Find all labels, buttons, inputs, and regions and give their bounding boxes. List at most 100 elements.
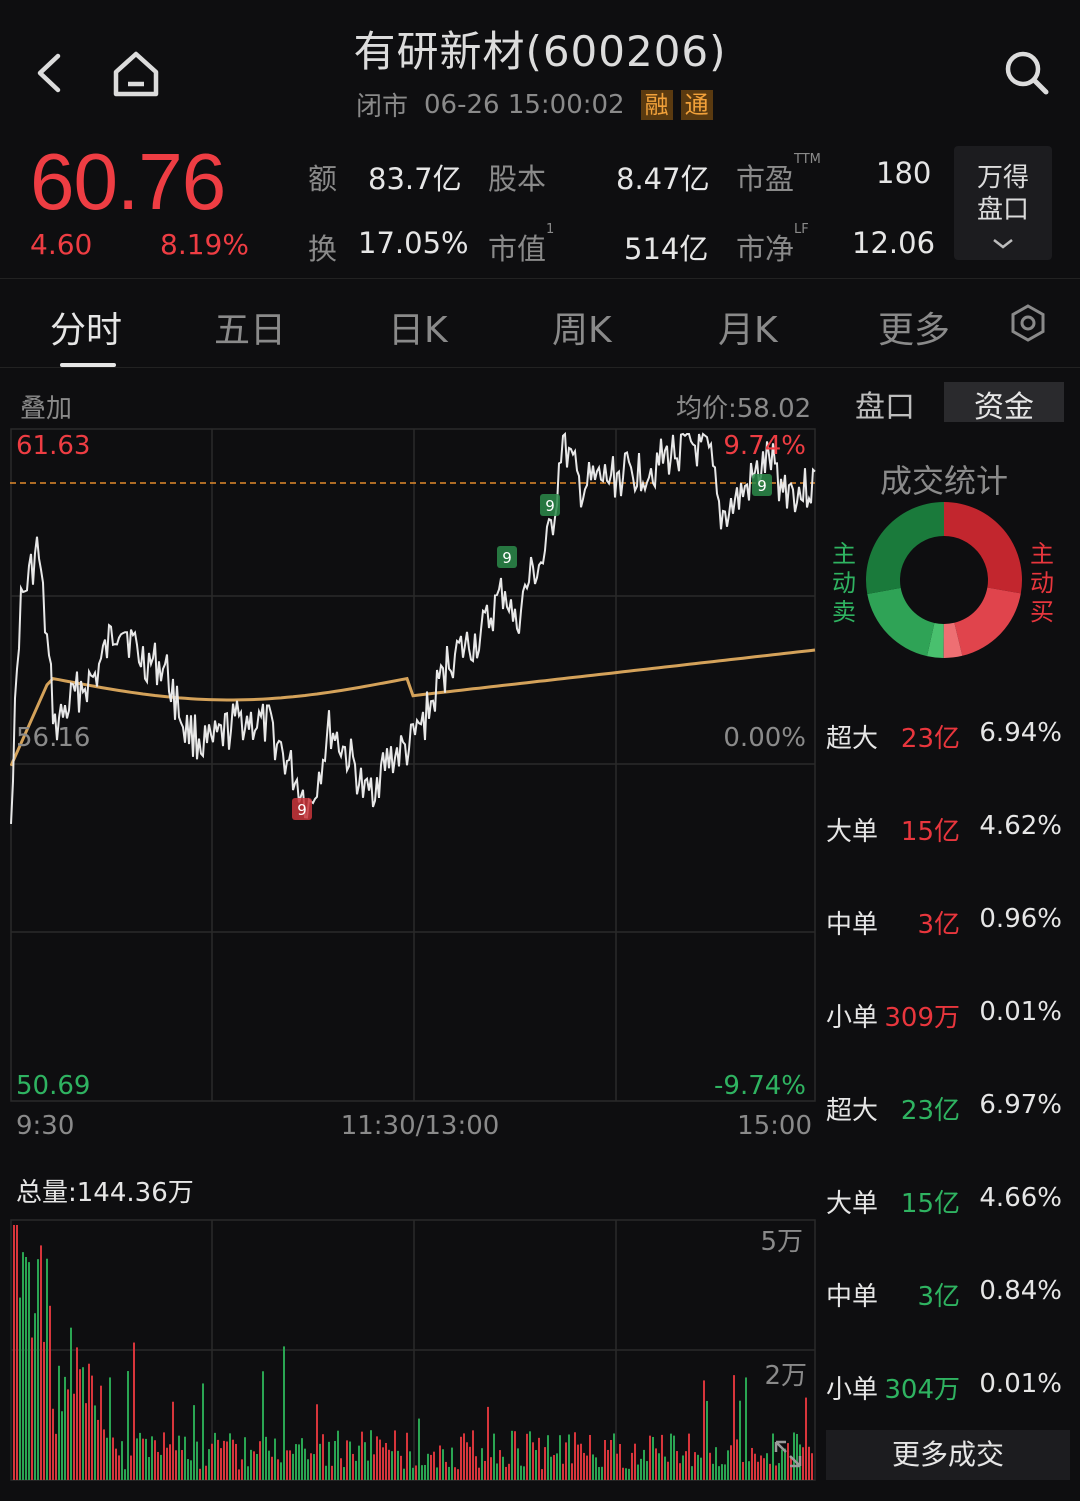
volume-bar — [622, 1467, 624, 1480]
volume-bar — [625, 1468, 627, 1480]
time-label-close: 15:00 — [737, 1111, 812, 1141]
volume-bar — [229, 1433, 231, 1480]
volume-bar — [115, 1448, 117, 1480]
tab-monthly-k[interactable]: 月K — [718, 301, 778, 353]
volume-bar — [805, 1397, 807, 1480]
volume-bar — [628, 1468, 630, 1480]
volume-bar — [514, 1431, 516, 1480]
volume-bar — [109, 1377, 111, 1480]
volume-bar — [244, 1437, 246, 1480]
volume-bar — [94, 1405, 96, 1480]
flow-stat-label: 中单 — [826, 910, 879, 940]
tab-orderbook[interactable]: 盘口 — [830, 382, 940, 425]
volume-bar — [559, 1435, 561, 1480]
volume-bar — [610, 1439, 612, 1480]
volume-bar — [802, 1447, 804, 1480]
volume-bar — [157, 1451, 159, 1480]
volume-bar — [409, 1451, 411, 1480]
tab-five-day[interactable]: 五日 — [214, 301, 286, 353]
volume-bar — [478, 1467, 480, 1480]
stat-label-mktcap: 市值1 — [488, 222, 555, 266]
volume-bar — [103, 1429, 105, 1480]
volume-bar — [535, 1450, 537, 1480]
volume-bar — [127, 1371, 129, 1480]
volume-bar — [232, 1439, 234, 1480]
volume-bar — [271, 1456, 273, 1480]
stock-title: 有研新材(600206) — [353, 27, 727, 76]
volume-bar — [13, 1225, 15, 1480]
volume-bar — [46, 1258, 48, 1480]
volume-bar — [139, 1432, 141, 1480]
axis-high: 61.63 — [16, 431, 90, 461]
wind-orderbook-button[interactable]: 万得 盘口 — [954, 146, 1052, 260]
volume-bar — [355, 1460, 357, 1480]
volume-bar — [415, 1465, 417, 1480]
volume-bar — [61, 1411, 63, 1480]
time-label-noon: 11:30/13:00 — [341, 1111, 500, 1141]
volume-bar — [418, 1418, 420, 1480]
volume-bar — [67, 1389, 69, 1480]
volume-bar — [49, 1305, 51, 1480]
volume-bar — [145, 1438, 147, 1480]
volume-bar — [562, 1463, 564, 1480]
volume-bar — [571, 1463, 573, 1480]
stat-value-shares: 8.47亿 — [616, 162, 710, 196]
intraday-chart[interactable]: 9 9 9 9 61.63 56.16 50.69 9.74% 0.00% -9.74… — [10, 428, 818, 1483]
axis-pct-high: 9.74% — [723, 431, 806, 461]
volume-bar — [361, 1431, 363, 1480]
tab-more[interactable]: 更多 — [878, 301, 950, 353]
overlay-button[interactable]: 叠加 — [20, 388, 72, 425]
search-icon[interactable] — [1000, 46, 1054, 100]
volume-bar — [502, 1456, 504, 1480]
volume-bar — [16, 1225, 18, 1480]
volume-bar — [379, 1439, 381, 1480]
volume-bar — [811, 1453, 813, 1480]
tab-capital-flow[interactable]: 资金 — [944, 382, 1064, 425]
volume-bar — [100, 1385, 102, 1480]
active-sell-label: 主动卖 — [832, 540, 856, 626]
volume-bar — [763, 1458, 765, 1480]
volume-bar — [391, 1451, 393, 1480]
volume-bar — [307, 1459, 309, 1480]
volume-bar — [793, 1432, 795, 1480]
flow-stat-pct: 6.94% — [979, 718, 1062, 748]
volume-bar — [256, 1453, 258, 1480]
volume-bar — [778, 1463, 780, 1480]
volume-bar — [28, 1262, 30, 1480]
tab-weekly-k[interactable]: 周K — [552, 301, 612, 353]
volume-bar — [751, 1447, 753, 1480]
volume-bar — [517, 1448, 519, 1480]
flow-stat-pct: 0.01% — [979, 1369, 1062, 1399]
volume-bar — [670, 1433, 672, 1480]
volume-bar — [148, 1457, 150, 1480]
volume-bar — [583, 1452, 585, 1480]
volume-bar — [691, 1466, 693, 1480]
chevron-down-icon — [993, 239, 1013, 249]
volume-bar — [133, 1342, 135, 1480]
volume-bar — [235, 1443, 237, 1480]
chart-grid — [10, 428, 816, 1102]
more-trades-button[interactable]: 更多成交 — [826, 1430, 1070, 1480]
donut-segment — [954, 587, 1021, 656]
volume-bar — [658, 1453, 660, 1480]
signal-marker-label: 9 — [502, 549, 512, 567]
volume-bar — [505, 1466, 507, 1480]
volume-bar — [184, 1436, 186, 1480]
volume-bar — [73, 1393, 75, 1480]
volume-bar — [496, 1463, 498, 1480]
volume-bar — [178, 1435, 180, 1480]
volume-bar — [499, 1450, 501, 1480]
volume-bar — [466, 1442, 468, 1480]
flow-stat-pct: 0.84% — [979, 1276, 1062, 1306]
volume-tick-high: 5万 — [760, 1227, 803, 1257]
stats-title: 成交统计 — [879, 462, 1008, 500]
volume-bar — [718, 1466, 720, 1480]
volume-bar — [673, 1435, 675, 1480]
volume-bar — [238, 1469, 240, 1480]
volume-bar — [211, 1443, 213, 1480]
volume-bar — [454, 1467, 456, 1480]
tab-daily-k[interactable]: 日K — [388, 301, 448, 353]
settings-icon[interactable] — [1008, 303, 1048, 352]
tab-intraday[interactable]: 分时 — [50, 301, 122, 353]
flow-stat-amount: 3亿 — [917, 1282, 960, 1312]
